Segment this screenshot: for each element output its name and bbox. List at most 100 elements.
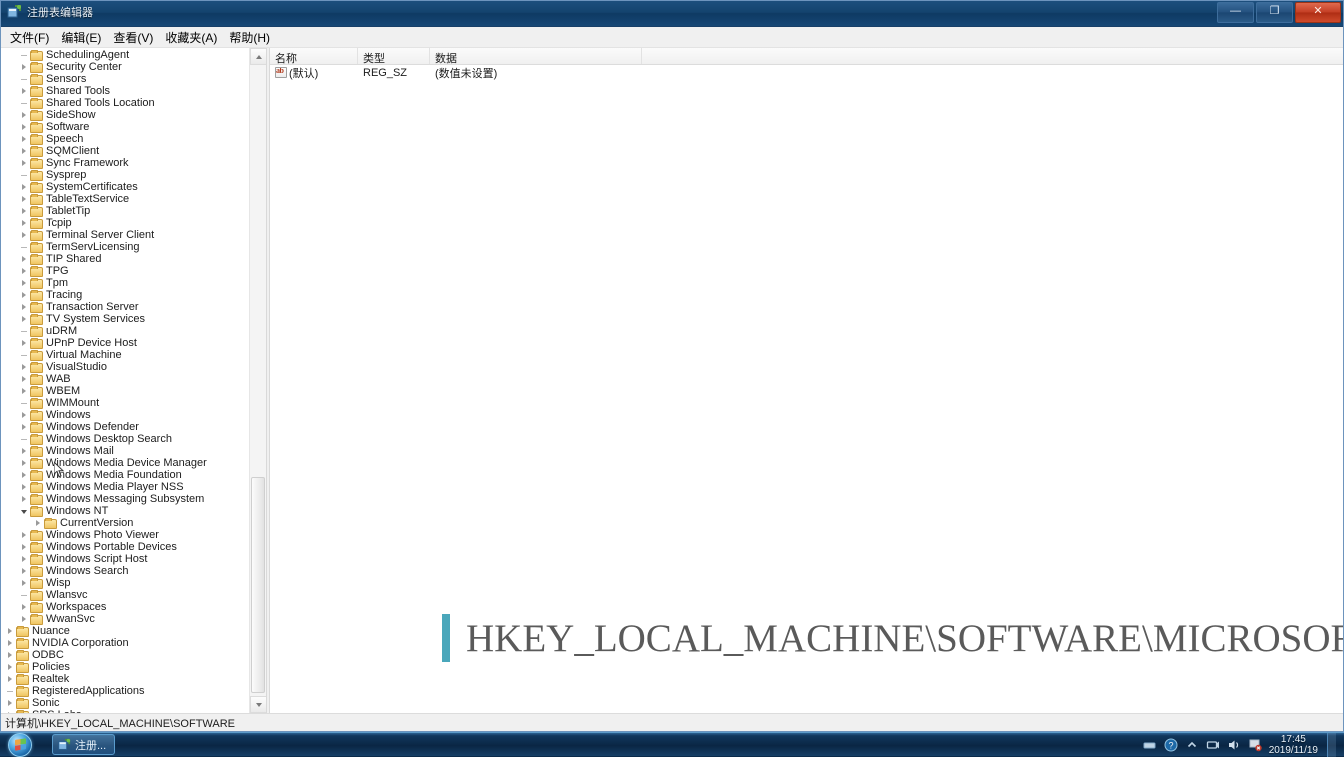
taskbar-clock[interactable]: 17:45 2019/11/19	[1269, 734, 1318, 756]
tree-item[interactable]: Policies	[1, 661, 266, 673]
tree-expand-icon[interactable]	[5, 626, 16, 637]
tree-expand-icon[interactable]	[5, 674, 16, 685]
tree-item[interactable]: Windows Media Player NSS	[1, 481, 266, 493]
tree-expand-icon[interactable]	[19, 302, 30, 313]
tree-item[interactable]: WIMMount	[1, 397, 266, 409]
tree-expand-icon[interactable]	[19, 458, 30, 469]
tree-item[interactable]: RegisteredApplications	[1, 685, 266, 697]
tree-item[interactable]: TV System Services	[1, 313, 266, 325]
maximize-button[interactable]: ❐	[1256, 2, 1293, 23]
tree-expand-icon[interactable]	[19, 62, 30, 73]
menu-file[interactable]: 文件(F)	[4, 27, 55, 48]
tree-expand-icon[interactable]	[19, 554, 30, 565]
tree-item[interactable]: TIP Shared	[1, 253, 266, 265]
tree-expand-icon[interactable]	[19, 614, 30, 625]
menu-view[interactable]: 查看(V)	[107, 27, 159, 48]
action-center-icon[interactable]: ?	[1164, 738, 1178, 752]
tree-item[interactable]: Tracing	[1, 289, 266, 301]
column-header-name[interactable]: 名称	[270, 48, 358, 65]
close-button[interactable]: ✕	[1295, 2, 1341, 23]
tree-item[interactable]: Sysprep	[1, 169, 266, 181]
tree-item[interactable]: WwanSvc	[1, 613, 266, 625]
tree-expand-icon[interactable]	[19, 494, 30, 505]
tree-item[interactable]: VisualStudio	[1, 361, 266, 373]
tree-item[interactable]: Sensors	[1, 73, 266, 85]
tree-item[interactable]: UPnP Device Host	[1, 337, 266, 349]
tree-item[interactable]: Windows NT	[1, 505, 266, 517]
tree-expand-icon[interactable]	[19, 266, 30, 277]
registry-tree-pane[interactable]: SchedulingAgent Security Center Sensors Sha…	[1, 48, 266, 713]
tree-expand-icon[interactable]	[5, 698, 16, 709]
value-row[interactable]: (默认) REG_SZ (数值未设置)	[270, 65, 1343, 80]
tree-expand-icon[interactable]	[19, 194, 30, 205]
tree-item[interactable]: TableTextService	[1, 193, 266, 205]
show-hidden-icons-chevron-icon[interactable]	[1185, 738, 1199, 752]
tree-expand-icon[interactable]	[19, 470, 30, 481]
scroll-up-button[interactable]	[250, 48, 266, 65]
tree-item[interactable]: Speech	[1, 133, 266, 145]
tree-item[interactable]: SQMClient	[1, 145, 266, 157]
tree-item[interactable]: Windows Search	[1, 565, 266, 577]
tree-item[interactable]: Windows Media Device Manager	[1, 457, 266, 469]
tree-expand-icon[interactable]	[19, 374, 30, 385]
tree-item[interactable]: Tcpip	[1, 217, 266, 229]
tree-item[interactable]: Windows Defender	[1, 421, 266, 433]
hidden-icons-usb-icon[interactable]	[1143, 738, 1157, 752]
tree-expand-icon[interactable]	[33, 518, 44, 529]
tree-item[interactable]: Sync Framework	[1, 157, 266, 169]
column-header-type[interactable]: 类型	[358, 48, 430, 65]
tree-item[interactable]: Transaction Server	[1, 301, 266, 313]
registry-values-pane[interactable]: 名称 类型 数据 (默认) REG_SZ (数值未设置) HKEY_LOCAL_MA…	[270, 48, 1343, 713]
tree-expand-icon[interactable]	[19, 362, 30, 373]
tree-expand-icon[interactable]	[19, 338, 30, 349]
tree-expand-icon[interactable]	[5, 662, 16, 673]
tree-item[interactable]: Software	[1, 121, 266, 133]
tree-item[interactable]: Windows Script Host	[1, 553, 266, 565]
tree-expand-icon[interactable]	[19, 158, 30, 169]
tree-expand-icon[interactable]	[5, 650, 16, 661]
tree-expand-icon[interactable]	[19, 146, 30, 157]
tree-collapse-icon[interactable]	[19, 506, 30, 517]
tree-item[interactable]: Sonic	[1, 697, 266, 709]
tree-expand-icon[interactable]	[19, 314, 30, 325]
show-desktop-button[interactable]	[1327, 733, 1336, 757]
tree-item[interactable]: SchedulingAgent	[1, 49, 266, 61]
tree-expand-icon[interactable]	[5, 638, 16, 649]
tree-item[interactable]: Terminal Server Client	[1, 229, 266, 241]
tree-item[interactable]: Realtek	[1, 673, 266, 685]
menu-edit[interactable]: 编辑(E)	[55, 27, 107, 48]
tree-expand-icon[interactable]	[19, 122, 30, 133]
scrollbar-thumb[interactable]	[251, 477, 265, 693]
tree-expand-icon[interactable]	[19, 410, 30, 421]
tree-expand-icon[interactable]	[19, 290, 30, 301]
tree-expand-icon[interactable]	[19, 206, 30, 217]
tree-item[interactable]: Windows Mail	[1, 445, 266, 457]
column-header-data[interactable]: 数据	[430, 48, 642, 65]
tree-item[interactable]: ODBC	[1, 649, 266, 661]
tree-item[interactable]: WAB	[1, 373, 266, 385]
tree-item[interactable]: Nuance	[1, 625, 266, 637]
volume-icon[interactable]	[1227, 738, 1241, 752]
tree-item[interactable]: Security Center	[1, 61, 266, 73]
tree-expand-icon[interactable]	[19, 278, 30, 289]
network-icon[interactable]	[1206, 738, 1220, 752]
minimize-button[interactable]: —	[1217, 2, 1254, 23]
tree-expand-icon[interactable]	[19, 566, 30, 577]
tree-item[interactable]: Wisp	[1, 577, 266, 589]
start-button[interactable]	[0, 732, 48, 757]
tree-expand-icon[interactable]	[19, 446, 30, 457]
tree-item[interactable]: Workspaces	[1, 601, 266, 613]
tree-item[interactable]: Windows Messaging Subsystem	[1, 493, 266, 505]
tree-expand-icon[interactable]	[19, 578, 30, 589]
tree-item[interactable]: TermServLicensing	[1, 241, 266, 253]
tree-item[interactable]: SideShow	[1, 109, 266, 121]
tree-expand-icon[interactable]	[19, 254, 30, 265]
tree-expand-icon[interactable]	[19, 218, 30, 229]
menu-favorites[interactable]: 收藏夹(A)	[159, 27, 223, 48]
taskbar-item-regedit[interactable]: 注册...	[52, 734, 116, 755]
tree-expand-icon[interactable]	[19, 542, 30, 553]
tree-item[interactable]: CurrentVersion	[1, 517, 266, 529]
tree-item[interactable]: uDRM	[1, 325, 266, 337]
tree-expand-icon[interactable]	[19, 110, 30, 121]
tree-expand-icon[interactable]	[19, 602, 30, 613]
